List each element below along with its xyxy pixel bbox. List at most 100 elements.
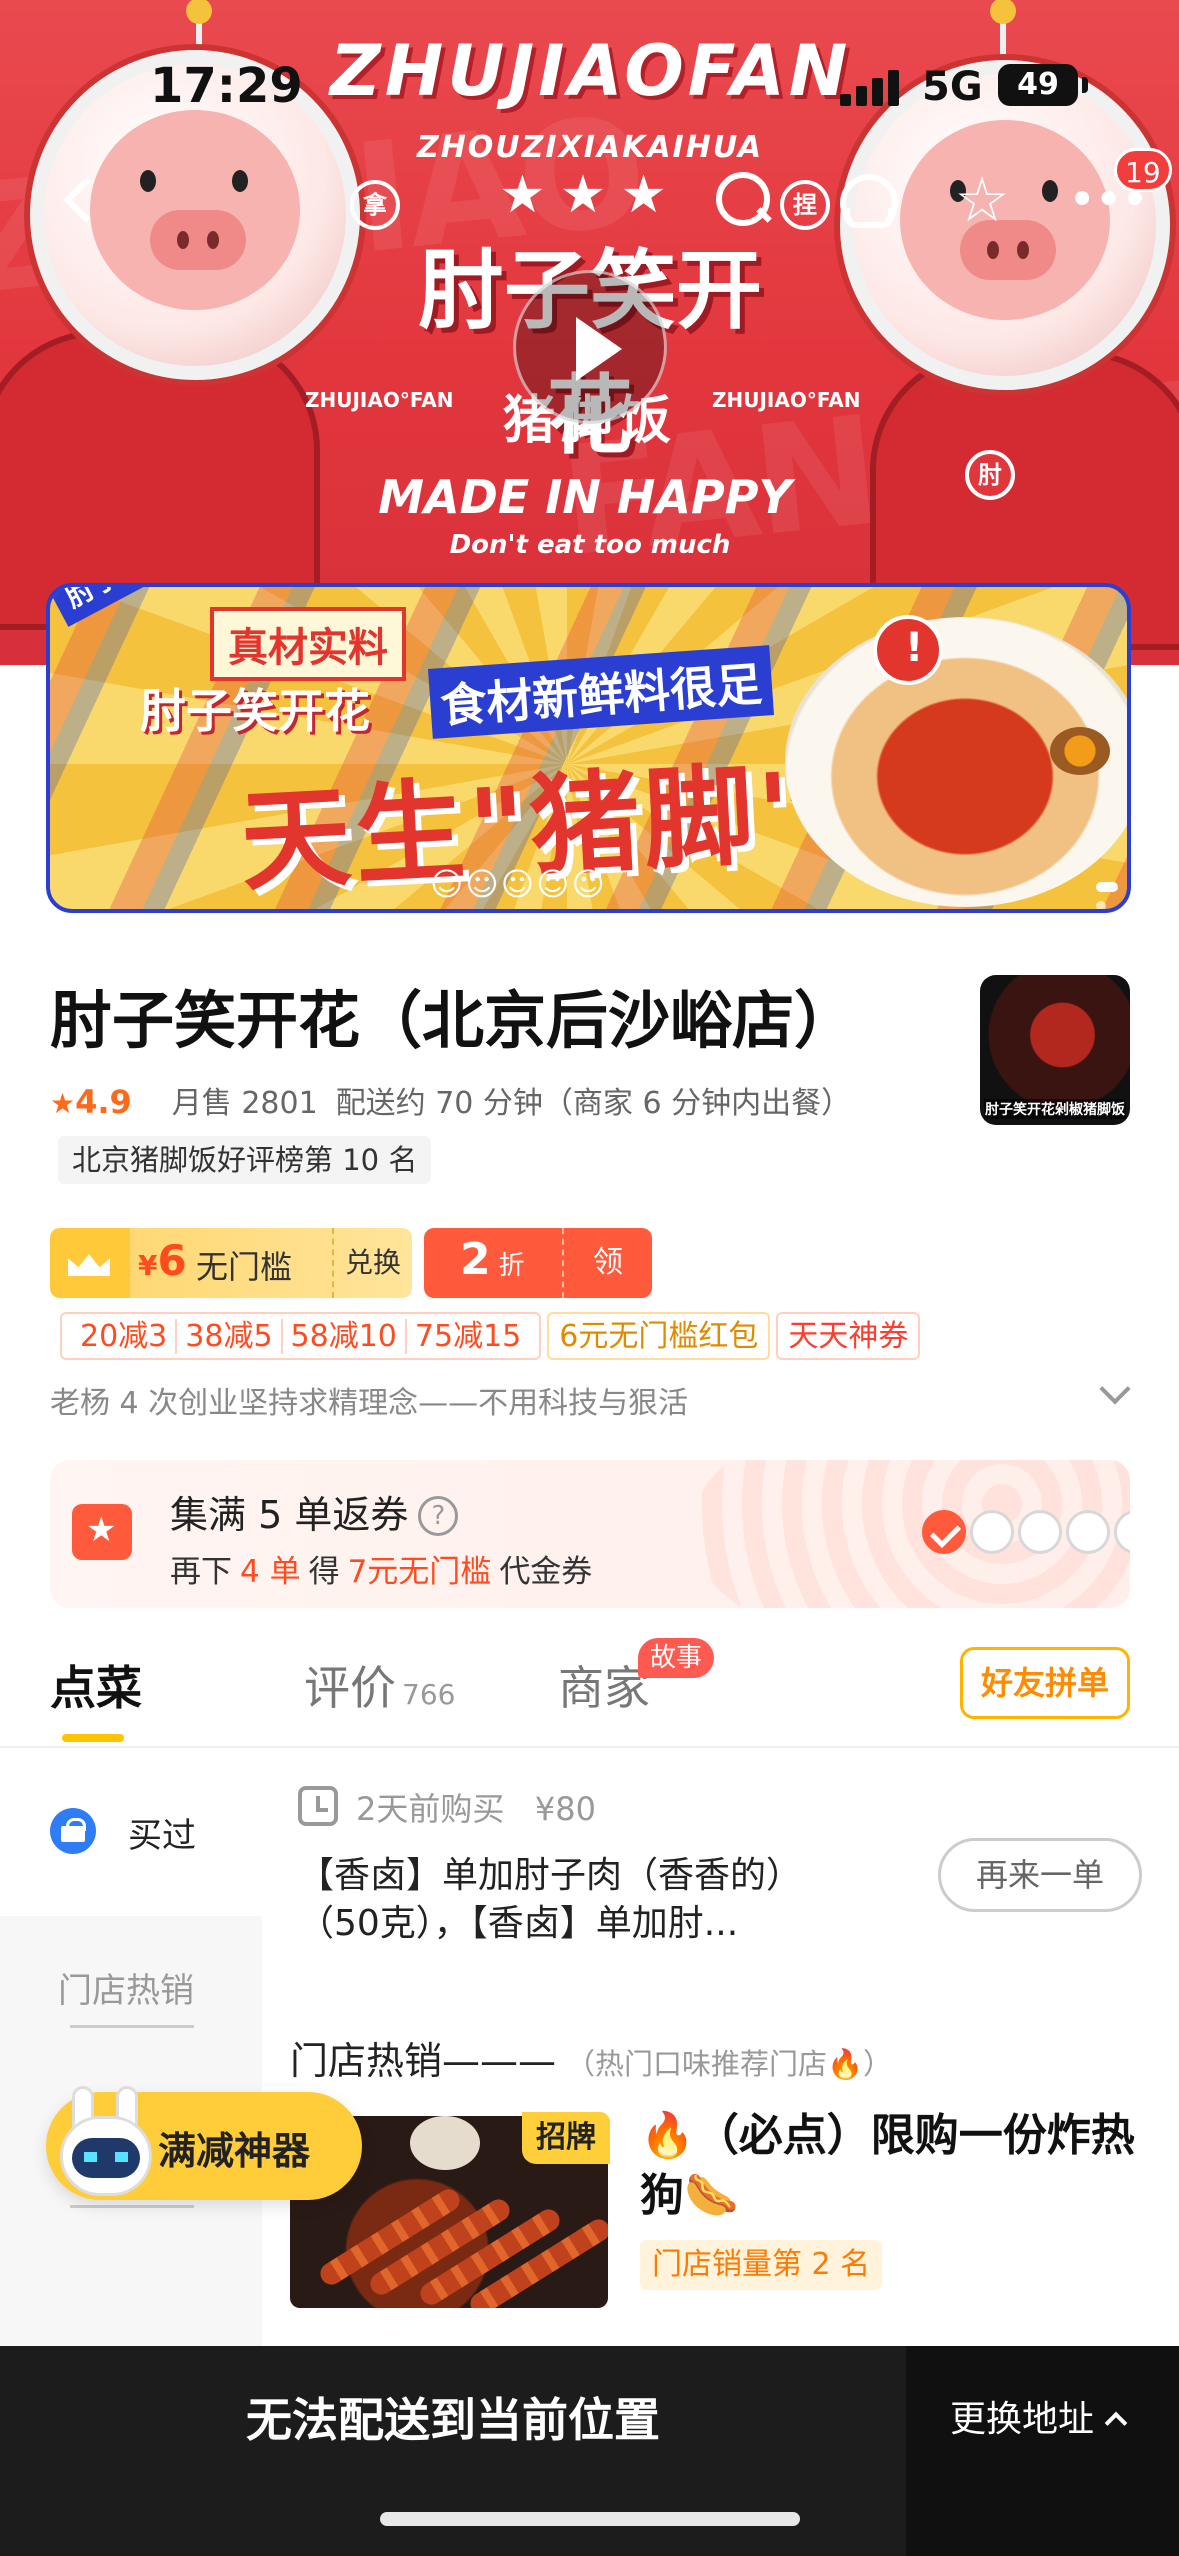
tab-order[interactable]: 点菜 bbox=[50, 1652, 142, 1718]
monthly-sales: 月售 2801 bbox=[171, 1086, 318, 1121]
discount-number: 2 bbox=[460, 1234, 491, 1285]
collect-title-text: 集满 5 单返券 bbox=[170, 1493, 409, 1537]
promo-smileys: ☺☺☺☺☺ bbox=[430, 865, 607, 903]
section-title: 门店热销——— （热门口味推荐门店🔥） bbox=[290, 2030, 892, 2085]
hero-brand-english: ZHUJIAOFAN bbox=[330, 30, 852, 112]
chevron-down-icon[interactable] bbox=[1099, 1373, 1131, 1405]
ticket-icon bbox=[72, 1504, 132, 1560]
customer-service-icon[interactable] bbox=[832, 168, 898, 232]
promotion-tags[interactable]: 20减3 38减5 58减10 75减15 6元无门槛红包 天天神券 bbox=[60, 1312, 926, 1362]
tab-review-label: 评价 bbox=[304, 1661, 396, 1715]
section-title-text: 门店热销——— bbox=[290, 2039, 557, 2083]
delivery-time: 配送约 70 分钟（商家 6 分钟内出餐） bbox=[335, 1086, 852, 1121]
robot-visor bbox=[72, 2138, 140, 2178]
full-reduction-tag[interactable]: 20减3 38减5 58减10 75减15 bbox=[60, 1312, 542, 1360]
store-slogan: 老杨 4 次创业坚持求精理念——不用科技与狠活 bbox=[50, 1386, 689, 1421]
exchange-button[interactable]: 兑换 bbox=[332, 1228, 412, 1298]
progress-step-empty bbox=[1018, 1510, 1062, 1554]
help-icon[interactable]: ? bbox=[418, 1496, 459, 1536]
reduction-item: 20减3 bbox=[80, 1319, 168, 1354]
active-tab-indicator bbox=[62, 1734, 124, 1742]
hero-tagline: MADE IN HAPPY bbox=[378, 470, 792, 524]
suit-emblem: 肘 bbox=[965, 450, 1015, 500]
previous-order-time: 2天前购买 bbox=[356, 1790, 505, 1828]
signal-icon bbox=[840, 68, 900, 106]
collect-sub-prefix: 再下 bbox=[170, 1554, 232, 1590]
story-badge: 故事 bbox=[638, 1638, 715, 1678]
collect-remaining-count: 4 单 bbox=[240, 1554, 301, 1590]
category-bought-label[interactable]: 买过 bbox=[128, 1808, 196, 1857]
change-address-area[interactable] bbox=[906, 2346, 1179, 2556]
discount-helper-label[interactable]: 满减神器 bbox=[158, 2120, 310, 2175]
back-icon[interactable] bbox=[50, 168, 114, 232]
promo-banner[interactable]: 肘子笑开 真材实料 肘子笑开花 食材新鲜料很足 天生"猪脚" ☺☺☺☺☺ bbox=[46, 583, 1131, 913]
rating-star-icon: ★ bbox=[50, 1087, 76, 1120]
chevron-up-icon bbox=[1104, 2411, 1128, 2435]
collect-sub-mid: 得 bbox=[308, 1554, 340, 1590]
favorite-star-icon[interactable]: ☆ bbox=[950, 168, 1014, 232]
collect-reward: 7元无门槛 bbox=[347, 1554, 492, 1590]
store-logo: 肘子笑开花剁椒猪脚饭 bbox=[980, 975, 1130, 1125]
claim-coupon-button[interactable]: 领 bbox=[562, 1228, 652, 1298]
play-video-button[interactable] bbox=[513, 270, 667, 424]
progress-step-empty bbox=[970, 1510, 1014, 1554]
collect-sub-suffix: 代金券 bbox=[499, 1554, 593, 1590]
braised-egg-image bbox=[1050, 727, 1110, 775]
reduction-item: 38减5 bbox=[175, 1319, 281, 1354]
category-divider bbox=[70, 2025, 194, 2028]
status-time: 17:29 bbox=[150, 58, 303, 114]
tab-review[interactable]: 评价 766 bbox=[304, 1652, 455, 1718]
pig-snout bbox=[150, 210, 246, 270]
promo-brand: 肘子笑开花 bbox=[140, 684, 370, 738]
previous-order-price: ¥80 bbox=[534, 1790, 596, 1828]
pig-eye bbox=[232, 170, 248, 192]
section-subtitle: （热门口味推荐门店🔥） bbox=[566, 2047, 893, 2081]
review-count: 766 bbox=[402, 1678, 456, 1711]
antenna-right bbox=[990, 0, 1016, 60]
tab-shop[interactable]: 商家 bbox=[558, 1652, 650, 1718]
garlic-decor bbox=[410, 2116, 480, 2170]
red-packet-tag[interactable]: 6元无门槛红包 bbox=[547, 1312, 771, 1360]
sales-rank-badge: 门店销量第 2 名 bbox=[640, 2240, 883, 2290]
change-address-label: 更换地址 bbox=[950, 2399, 1095, 2440]
store-logo-text: 肘子笑开花剁椒猪脚饭 bbox=[984, 1099, 1126, 1119]
currency-symbol: ¥ bbox=[138, 1249, 158, 1282]
collect-title: 集满 5 单返券? bbox=[170, 1484, 459, 1539]
pig-eye bbox=[140, 170, 156, 192]
change-address-button[interactable]: 更换地址 bbox=[950, 2390, 1128, 2442]
group-order-button[interactable]: 好友拼单 bbox=[960, 1647, 1130, 1719]
vip-coupon-label: 无门槛 bbox=[196, 1248, 293, 1286]
collect-card-decoration bbox=[690, 1460, 1130, 1608]
robot-mascot-icon[interactable] bbox=[50, 2086, 158, 2202]
daily-coupon-tag[interactable]: 天天神券 bbox=[776, 1312, 921, 1360]
hero-ring-left: 拿 bbox=[350, 180, 400, 230]
carousel-dots bbox=[1090, 877, 1127, 909]
discount-unit: 折 bbox=[498, 1251, 525, 1281]
category-divider bbox=[70, 2205, 194, 2208]
previous-order-items[interactable]: 【香卤】单加肘子肉（香香的）（50克），【香卤】单加肘... bbox=[298, 1852, 858, 1948]
hero-ring-right: 捏 bbox=[780, 180, 830, 230]
crown-icon bbox=[50, 1228, 130, 1298]
home-indicator bbox=[380, 2512, 800, 2526]
promo-alert-badge bbox=[873, 615, 943, 685]
store-rating: 4.9 bbox=[75, 1083, 132, 1121]
reduction-item: 58减10 bbox=[280, 1319, 405, 1354]
vip-amount-value: 6 bbox=[157, 1236, 187, 1285]
discount-coupon[interactable]: 2折 领 bbox=[424, 1228, 652, 1298]
store-name: 肘子笑开花（北京后沙峪店） bbox=[50, 984, 857, 1057]
pig-eye bbox=[1042, 180, 1058, 202]
shopping-bag-icon bbox=[50, 1808, 96, 1854]
previous-order-meta: 2天前购买 ¥80 bbox=[356, 1784, 596, 1830]
ranking-tag[interactable]: 北京猪脚饭好评榜第 10 名 bbox=[58, 1136, 432, 1184]
promo-tag: 真材实料 bbox=[210, 607, 406, 681]
search-icon[interactable] bbox=[712, 168, 776, 232]
collect-coupon-card[interactable]: 集满 5 单返券? 再下4 单得7元无门槛代金券 bbox=[50, 1460, 1130, 1608]
vip-coupon[interactable]: ¥6 无门槛 兑换 bbox=[50, 1228, 412, 1298]
food-item-name[interactable]: 🔥（必点）限购一份炸热狗🌭 bbox=[640, 2106, 1140, 2226]
category-hot-sales[interactable]: 门店热销 bbox=[58, 1963, 194, 2012]
store-meta: ★4.9 月售 2801 配送约 70 分钟（商家 6 分钟内出餐） bbox=[50, 1078, 851, 1122]
clock-icon bbox=[298, 1786, 338, 1826]
reorder-button[interactable]: 再来一单 bbox=[938, 1838, 1142, 1912]
delivery-unavailable-message: 无法配送到当前位置 bbox=[246, 2393, 660, 2447]
vip-coupon-amount: ¥6 bbox=[138, 1236, 187, 1285]
